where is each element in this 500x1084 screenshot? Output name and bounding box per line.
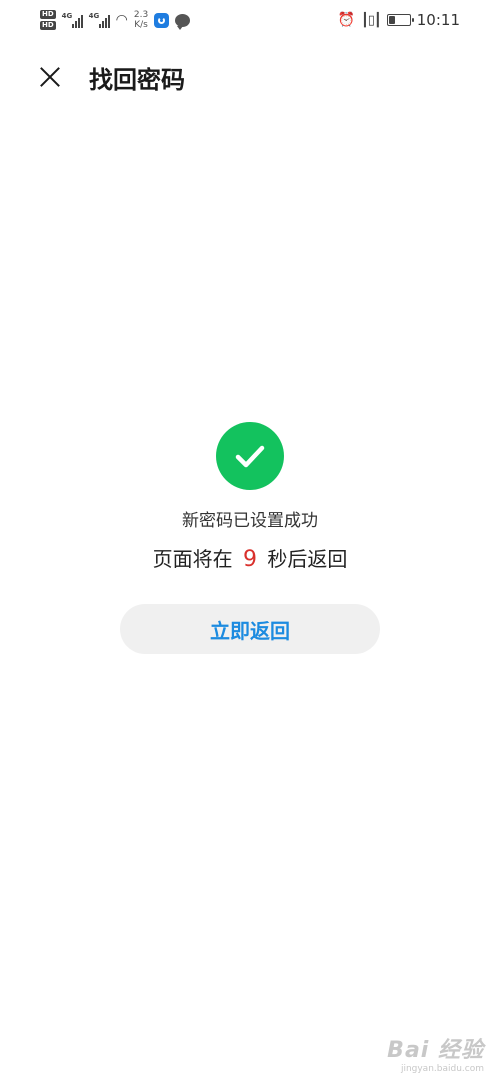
hd-badge: HD xyxy=(40,21,56,30)
countdown-message: 页面将在 9 秒后返回 xyxy=(0,543,500,572)
vibrate-icon: ┃▯┃ xyxy=(360,12,382,28)
close-icon[interactable] xyxy=(36,63,64,91)
alarm-icon: ⏰ xyxy=(337,12,355,28)
signal-icon: 4G xyxy=(89,12,110,28)
watermark-logo: Bai 经验 xyxy=(387,1038,484,1063)
check-circle-icon xyxy=(216,422,284,490)
app-notification-icon xyxy=(154,12,170,28)
countdown-seconds: 9 xyxy=(243,547,257,572)
checkmark-icon xyxy=(235,445,265,468)
clock-time: 10:11 xyxy=(416,11,460,29)
page-title: 找回密码 xyxy=(89,65,185,94)
app-screen: HD HD 4G 4G ◠ 2.3 K/s ⏰ ┃▯┃ 10:11 找回密码 新… xyxy=(0,0,500,1084)
network-speed: 2.3 K/s xyxy=(134,10,148,30)
chat-icon xyxy=(175,13,191,30)
return-now-button[interactable]: 立即返回 xyxy=(120,604,380,654)
status-bar-left: HD HD 4G 4G ◠ 2.3 K/s xyxy=(40,10,191,30)
wifi-icon: ◠ xyxy=(115,12,128,28)
network-type-label: 4G xyxy=(88,12,100,20)
watermark: Bai 经验 jingyan.baidu.com xyxy=(387,1032,484,1074)
signal-icon: 4G xyxy=(62,12,83,28)
network-speed-value: 2.3 xyxy=(133,10,149,20)
hd-badge: HD xyxy=(40,10,56,19)
network-type-label: 4G xyxy=(61,12,73,20)
countdown-prefix: 页面将在 xyxy=(152,547,233,571)
network-speed-unit: K/s xyxy=(134,20,148,30)
battery-icon xyxy=(386,14,414,26)
hd-icon: HD HD xyxy=(40,10,56,30)
battery-fill xyxy=(388,16,395,24)
status-bar-right: ⏰ ┃▯┃ 10:11 xyxy=(338,11,460,29)
countdown-suffix: 秒后返回 xyxy=(267,547,348,571)
top-bar: 找回密码 xyxy=(0,52,500,102)
status-bar: HD HD 4G 4G ◠ 2.3 K/s ⏰ ┃▯┃ 10:11 xyxy=(0,0,500,40)
watermark-url: jingyan.baidu.com xyxy=(400,1064,484,1074)
success-message: 新密码已设置成功 xyxy=(182,511,318,531)
